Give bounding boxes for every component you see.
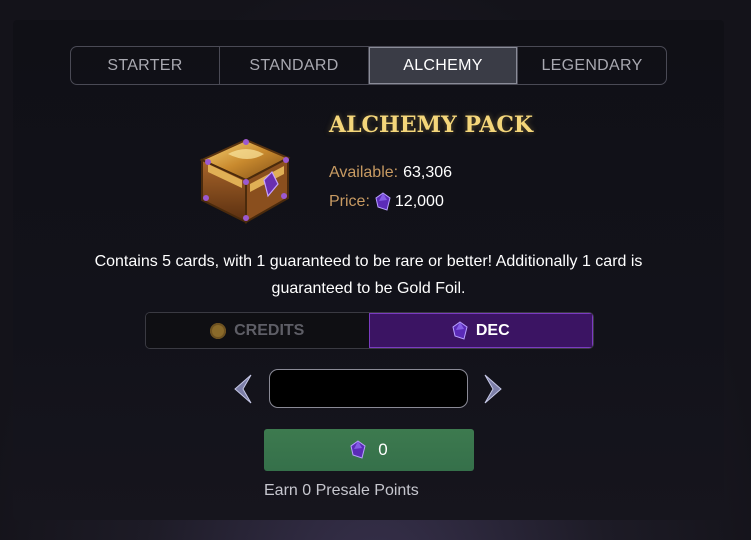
quantity-input[interactable] (269, 369, 468, 408)
buy-amount: 0 (378, 440, 388, 459)
credits-label: CREDITS (234, 321, 305, 339)
pack-type-tabs: STARTER STANDARD ALCHEMY LEGENDARY (70, 46, 667, 85)
tab-legendary[interactable]: LEGENDARY (518, 47, 666, 84)
alchemy-chest-icon (199, 138, 291, 224)
available-row: Available: 63,306 (329, 164, 452, 182)
available-value: 63,306 (403, 164, 453, 181)
increase-quantity-chevron-right-icon[interactable] (481, 373, 507, 405)
price-value: 12,000 (394, 193, 444, 210)
pack-title: ALCHEMY PACK (329, 112, 533, 138)
dec-button[interactable]: DEC (368, 313, 593, 348)
presale-points-text: Earn 0 Presale Points (264, 482, 419, 499)
dec-gem-icon (350, 440, 366, 459)
decrease-quantity-chevron-left-icon[interactable] (229, 373, 255, 405)
credits-coin-icon (210, 322, 227, 339)
dec-gem-icon (375, 192, 391, 211)
buy-button[interactable]: 0 (264, 429, 474, 471)
pack-description: Contains 5 cards, with 1 guaranteed to b… (94, 253, 643, 297)
tab-alchemy[interactable]: ALCHEMY (369, 47, 518, 84)
currency-toggle: CREDITS DEC (145, 312, 594, 349)
dec-gem-icon (452, 320, 468, 340)
tab-starter[interactable]: STARTER (71, 47, 220, 84)
available-label: Available: (329, 164, 399, 181)
dec-label: DEC (475, 321, 510, 339)
price-label: Price: (329, 193, 370, 210)
tab-standard[interactable]: STANDARD (220, 47, 369, 84)
pack-purchase-panel: STARTER STANDARD ALCHEMY LEGENDARY ALCHE… (13, 20, 724, 520)
price-row: Price: 12,000 (329, 192, 444, 212)
credits-button[interactable]: CREDITS (146, 313, 369, 348)
